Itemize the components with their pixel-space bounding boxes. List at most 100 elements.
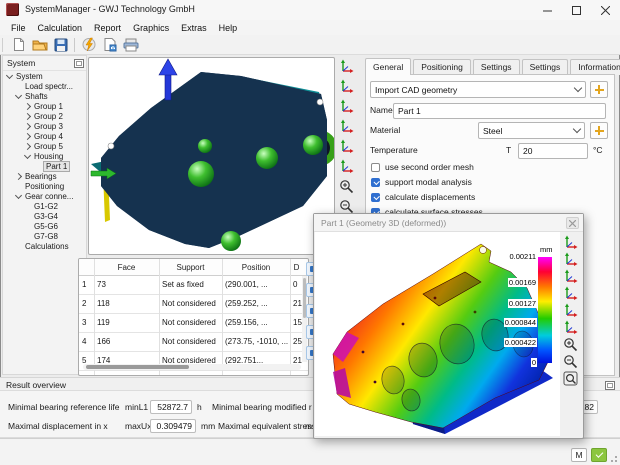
calculate-button[interactable] (78, 36, 99, 53)
column-header-support[interactable]: Support (159, 259, 222, 275)
tab-information-4[interactable]: Information (570, 59, 620, 75)
axis-view-xy-button[interactable] (561, 319, 579, 335)
sidebar-item-load-spectr[interactable]: Load spectr... (3, 81, 86, 91)
sidebar-item-g1-g2[interactable]: G1-G2 (3, 201, 86, 211)
sidebar-item-group-2[interactable]: Group 2 (3, 111, 86, 121)
chevron-right-icon[interactable] (24, 142, 31, 149)
open-folder-icon (32, 38, 48, 52)
sidebar-item-part-1[interactable]: Part 1 (3, 161, 86, 171)
dock-panel-icon[interactable] (605, 381, 615, 390)
table-row[interactable]: 4166Not considered(273.75, -1010, ...25 (79, 332, 308, 352)
temperature-input[interactable]: 20 (518, 143, 588, 159)
tab-settings-2[interactable]: Settings (473, 59, 520, 75)
cell-face: 73 (94, 275, 159, 294)
float-close-button[interactable] (566, 217, 579, 229)
column-header-d[interactable]: D (290, 259, 303, 275)
menu-help[interactable]: Help (213, 22, 244, 34)
axis-view-yz-button[interactable] (561, 234, 579, 250)
chevron-right-icon[interactable] (24, 112, 31, 119)
float-window-titlebar[interactable]: Part 1 (Geometry 3D (deformed)) (314, 214, 583, 232)
dock-panel-icon[interactable] (74, 59, 84, 68)
axis-view-zy-icon (563, 252, 578, 267)
chevron-right-icon[interactable] (24, 132, 31, 139)
checkbox-calculate-displacements[interactable]: calculate displacements (371, 192, 475, 202)
column-header-position[interactable]: Position (222, 259, 290, 275)
mesh-3d-viewport[interactable] (88, 57, 335, 255)
table-row[interactable]: 2118Not considered(259.252, ...21 (79, 294, 308, 314)
deformed-3d-canvas[interactable]: mm 0.002110.001690.001270.0008440.000422… (315, 232, 560, 436)
checkbox-unchecked-icon[interactable] (371, 163, 380, 172)
add-geometry-button[interactable] (590, 81, 608, 98)
chevron-down-icon[interactable] (24, 151, 31, 158)
deformed-geometry-window[interactable]: Part 1 (Geometry 3D (deformed)) (313, 213, 584, 439)
sidebar-item-gear-conne[interactable]: Gear conne... (3, 191, 86, 201)
axis-view-zy-button[interactable] (336, 77, 356, 96)
chevron-down-icon[interactable] (15, 191, 22, 198)
axis-view-zy-button[interactable] (561, 251, 579, 267)
sidebar-item-group-4[interactable]: Group 4 (3, 131, 86, 141)
axis-view-xy-button[interactable] (336, 157, 356, 176)
sidebar-item-housing[interactable]: Housing (3, 151, 86, 161)
table-row[interactable]: 3119Not considered(259.156, ...15 (79, 313, 308, 333)
axis-view-zx-button[interactable] (561, 268, 579, 284)
menu-graphics[interactable]: Graphics (127, 22, 175, 34)
sidebar-item-positioning[interactable]: Positioning (3, 181, 86, 191)
axis-view-yx-button[interactable] (561, 302, 579, 318)
axis-view-yx-button[interactable] (336, 137, 356, 156)
menu-extras[interactable]: Extras (175, 22, 213, 34)
zoom-out-button[interactable] (561, 353, 579, 369)
axis-view-xz-button[interactable] (336, 117, 356, 136)
checkbox-use-second-order-mesh[interactable]: use second order mesh (371, 162, 474, 172)
sidebar-item-shafts[interactable]: Shafts (3, 91, 86, 101)
sidebar-item-g5-g6[interactable]: G5-G6 (3, 221, 86, 231)
minimize-button[interactable] (533, 0, 562, 20)
axis-view-yz-button[interactable] (336, 57, 356, 76)
menu-calculation[interactable]: Calculation (32, 22, 89, 34)
sidebar-item-g7-g8[interactable]: G7-G8 (3, 231, 86, 241)
mode-button[interactable]: M (571, 448, 587, 462)
tab-general[interactable]: General (365, 58, 411, 75)
report-button[interactable] (99, 36, 120, 53)
geometry-type-select[interactable]: Import CAD geometry (370, 81, 586, 98)
chevron-right-icon[interactable] (15, 172, 22, 179)
resize-grip[interactable] (609, 454, 617, 462)
zoom-in-button[interactable] (561, 336, 579, 352)
maximize-button[interactable] (562, 0, 591, 20)
material-select[interactable]: Steel (478, 122, 585, 139)
tab-settings-3[interactable]: Settings (522, 59, 569, 75)
column-header-face[interactable]: Face (94, 259, 159, 275)
table-horizontal-scrollbar[interactable] (83, 364, 301, 370)
checkbox-checked-icon[interactable] (371, 178, 380, 187)
sidebar-item-g3-g4[interactable]: G3-G4 (3, 211, 86, 221)
zoom-in-button[interactable] (336, 177, 356, 196)
sidebar-item-group-1[interactable]: Group 1 (3, 101, 86, 111)
table-row[interactable]: 173Set as fixed(290.001, ...0 (79, 275, 308, 295)
name-input[interactable]: Part 1 (393, 103, 606, 119)
chevron-right-icon[interactable] (24, 122, 31, 129)
sidebar-item-calculations[interactable]: Calculations (3, 241, 86, 251)
tab-positioning-1[interactable]: Positioning (413, 59, 471, 75)
chevron-down-icon[interactable] (6, 71, 13, 78)
chevron-right-icon[interactable] (24, 102, 31, 109)
close-button[interactable] (591, 0, 620, 20)
zoom-fit-button[interactable] (561, 370, 579, 386)
material-label: Material (370, 125, 400, 135)
sidebar-item-bearings[interactable]: Bearings (3, 171, 86, 181)
new-document-button[interactable] (8, 36, 29, 53)
column-divider (94, 259, 95, 375)
sidebar-item-system[interactable]: System (3, 71, 86, 81)
print-button[interactable] (120, 36, 141, 53)
axis-view-xz-button[interactable] (561, 285, 579, 301)
save-button[interactable] (50, 36, 71, 53)
checkbox-support-modal-analysis[interactable]: support modal analysis (371, 177, 472, 187)
chevron-down-icon[interactable] (15, 91, 22, 98)
status-ok-icon[interactable] (591, 448, 607, 462)
sidebar-item-group-5[interactable]: Group 5 (3, 141, 86, 151)
open-folder-button[interactable] (29, 36, 50, 53)
sidebar-item-group-3[interactable]: Group 3 (3, 121, 86, 131)
menu-report[interactable]: Report (88, 22, 127, 34)
axis-view-zx-button[interactable] (336, 97, 356, 116)
menu-file[interactable]: File (5, 22, 32, 34)
checkbox-checked-icon[interactable] (371, 193, 380, 202)
add-material-button[interactable] (590, 122, 608, 139)
